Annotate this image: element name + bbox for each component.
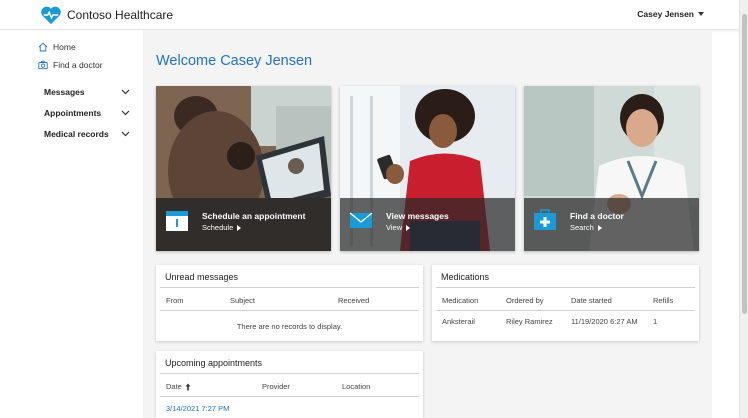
tile-action-label: Schedule xyxy=(202,223,234,232)
tile-overlay: View messages View xyxy=(340,198,515,251)
calendar-icon xyxy=(166,211,188,231)
appointment-date-link[interactable]: 3/14/2021 7:27 PM xyxy=(166,404,229,413)
caret-down-icon xyxy=(698,12,704,16)
column-header-received[interactable]: Received xyxy=(338,296,369,305)
table-cell-date-started: 11/19/2020 6:27 AM xyxy=(571,317,638,326)
sidebar-group-messages[interactable]: Messages xyxy=(44,87,130,97)
sidebar-group-label: Medical records xyxy=(44,129,109,139)
brand[interactable]: Contoso Healthcare xyxy=(40,5,173,25)
sidebar-group-medical-records[interactable]: Medical records xyxy=(44,129,130,139)
user-name: Casey Jensen xyxy=(637,9,694,19)
table-cell-ordered-by: Riley Ramirez xyxy=(506,317,553,326)
card-title: Upcoming appointments xyxy=(165,358,263,368)
tile-action[interactable]: Search xyxy=(570,223,602,232)
page-scrollbar[interactable] xyxy=(739,0,748,418)
tile-find-doctor[interactable]: Find a doctor Search xyxy=(524,86,699,251)
sidebar-group-label: Appointments xyxy=(44,108,102,118)
main-content: Welcome Casey Jensen Schedule an appoint… xyxy=(143,30,712,418)
table-cell-medication: Anksterail xyxy=(442,317,475,326)
column-header-from[interactable]: From xyxy=(166,296,184,305)
column-header-refills[interactable]: Refills xyxy=(653,296,673,305)
column-header-label: Date xyxy=(166,382,182,391)
sidebar-group-appointments[interactable]: Appointments xyxy=(44,108,130,118)
sidebar-item-label: Home xyxy=(53,42,76,52)
top-bar: Contoso Healthcare Casey Jensen xyxy=(0,0,748,30)
tile-action[interactable]: View xyxy=(386,223,411,232)
tile-schedule-appointment[interactable]: Schedule an appointment Schedule xyxy=(156,86,331,251)
user-menu[interactable]: Casey Jensen xyxy=(637,9,704,19)
sidebar-item-home[interactable]: Home xyxy=(38,42,76,52)
tile-title: View messages xyxy=(386,211,449,221)
chevron-right-icon xyxy=(597,224,602,231)
medications-card: Medications Medication Ordered by Date s… xyxy=(432,265,699,341)
sidebar-item-find-doctor[interactable]: Find a doctor xyxy=(38,60,103,70)
card-title: Medications xyxy=(441,272,490,282)
column-header-provider[interactable]: Provider xyxy=(262,382,290,391)
chevron-down-icon xyxy=(121,131,130,137)
divider xyxy=(160,310,419,311)
column-header-date[interactable]: Date xyxy=(166,382,191,391)
medical-kit-icon xyxy=(534,209,556,230)
divider xyxy=(436,287,695,288)
column-header-medication[interactable]: Medication xyxy=(442,296,478,305)
tile-title: Find a doctor xyxy=(570,211,624,221)
tile-title: Schedule an appointment xyxy=(202,211,306,221)
arrow-up-icon xyxy=(185,383,191,390)
camera-icon xyxy=(38,60,48,70)
tile-action[interactable]: Schedule xyxy=(202,223,242,232)
sidebar-group-label: Messages xyxy=(44,87,85,97)
home-icon xyxy=(38,42,48,52)
tile-overlay: Schedule an appointment Schedule xyxy=(156,198,331,251)
column-header-subject[interactable]: Subject xyxy=(230,296,255,305)
table-cell-refills: 1 xyxy=(653,317,658,326)
column-header-location[interactable]: Location xyxy=(342,382,370,391)
tile-action-label: View xyxy=(386,223,403,232)
column-header-date-started[interactable]: Date started xyxy=(571,296,612,305)
empty-state: There are no records to display. xyxy=(236,322,343,331)
tile-overlay: Find a doctor Search xyxy=(524,198,699,251)
heart-logo-icon xyxy=(41,6,61,25)
divider xyxy=(160,287,419,288)
card-title: Unread messages xyxy=(165,272,239,282)
upcoming-appointments-card: Upcoming appointments Date Provider Loca… xyxy=(156,351,423,418)
chevron-right-icon xyxy=(237,224,242,231)
page-title: Welcome Casey Jensen xyxy=(156,53,313,69)
tile-action-label: Search xyxy=(570,223,594,232)
chevron-down-icon xyxy=(121,110,130,116)
sidebar-item-label: Find a doctor xyxy=(53,60,103,70)
sidebar: Home Find a doctor Messages Appointments… xyxy=(0,30,143,418)
scrollbar-thumb[interactable] xyxy=(742,14,747,314)
brand-name: Contoso Healthcare xyxy=(67,8,174,22)
divider xyxy=(160,373,419,374)
chevron-right-icon xyxy=(406,224,411,231)
unread-messages-card: Unread messages From Subject Received Th… xyxy=(156,265,423,341)
column-header-ordered-by[interactable]: Ordered by xyxy=(506,296,544,305)
chevron-down-icon xyxy=(121,89,130,95)
envelope-icon xyxy=(349,212,373,228)
divider xyxy=(160,396,419,397)
tile-view-messages[interactable]: View messages View xyxy=(340,86,515,251)
divider xyxy=(436,310,695,311)
